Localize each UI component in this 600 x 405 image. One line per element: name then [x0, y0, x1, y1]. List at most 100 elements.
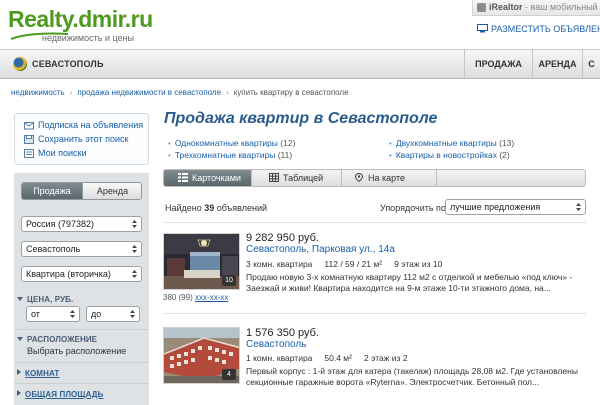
- select-arrows-icon: [132, 270, 137, 278]
- tab-cards[interactable]: Карточками: [164, 170, 251, 186]
- listing-area: 112 / 59 / 21 м²: [324, 259, 383, 269]
- filter-panel: Продажа Аренда Россия (797382) Севастопо…: [14, 173, 149, 405]
- select-arrows-icon: [132, 245, 137, 253]
- photo-count-badge: 4: [222, 369, 236, 380]
- bullet-icon: •: [389, 139, 392, 148]
- price-section-header[interactable]: ЦЕНА, РУБ.: [17, 295, 73, 304]
- tab-divider: [436, 170, 437, 186]
- breadcrumb-separator: ›: [69, 88, 73, 97]
- breadcrumb-sale[interactable]: продажа недвижимости в севастополе: [77, 88, 221, 97]
- city-select[interactable]: Севастополь: [21, 241, 142, 257]
- deal-tab-sale[interactable]: Продажа: [22, 183, 82, 199]
- deal-tab-rent[interactable]: Аренда: [82, 183, 141, 199]
- listing-area: 50.4 м²: [324, 353, 352, 363]
- property-type-select[interactable]: Квартира (вторичка): [21, 266, 142, 282]
- publish-listing-link[interactable]: РАЗМЕСТИТЬ ОБЪЯВЛЕНИЕ: [477, 24, 600, 34]
- save-icon: [24, 135, 34, 144]
- category-count: (11): [277, 150, 293, 160]
- listing-floor: 9 этаж из 10: [394, 259, 443, 269]
- price-to-select[interactable]: до: [86, 306, 140, 322]
- breadcrumb-realty[interactable]: недвижимость: [11, 88, 65, 97]
- results-number: 39: [204, 203, 215, 213]
- listing-address-link[interactable]: Севастополь, Парковая ул., 14а: [246, 244, 395, 255]
- area-section-header[interactable]: ОБЩАЯ ПЛОЩАДЬ: [17, 390, 103, 399]
- irealtor-promo[interactable]: iRealtor - ваш мобильный риэлтор: [472, 0, 600, 16]
- country-select[interactable]: Россия (797382): [21, 216, 142, 232]
- price-from-value: от: [31, 309, 40, 319]
- tab-divider: [341, 170, 342, 186]
- price-value: 1 576 350: [246, 327, 295, 339]
- city-select-value: Севастополь: [26, 244, 81, 254]
- category-count: (2): [499, 150, 510, 160]
- section-divider: [14, 362, 149, 363]
- irealtor-name: iRealtor: [489, 2, 523, 12]
- bullet-icon: •: [389, 151, 392, 160]
- logo-tagline: недвижимость и цены: [42, 33, 134, 43]
- category-label: Трехкомнатные квартиры: [174, 150, 276, 160]
- category-three-room[interactable]: • Трехкомнатные квартиры (11): [168, 150, 292, 160]
- category-count: (13): [499, 138, 515, 148]
- listing-photo[interactable]: 10: [163, 233, 240, 290]
- breadcrumb-current: купить квартиру в севастополе: [233, 88, 349, 97]
- nav-rent[interactable]: АРЕНДА: [532, 50, 582, 78]
- list-icon: [24, 149, 34, 158]
- listing-price: 9 282 950 руб.: [246, 232, 319, 244]
- category-two-room[interactable]: • Двухкомнатные квартиры (13): [389, 138, 514, 148]
- section-divider: [14, 383, 149, 384]
- table-view-icon: [269, 173, 279, 182]
- sort-select-value: лучшие предложения: [450, 202, 541, 212]
- listing-floor: 2 этаж из 2: [364, 353, 408, 363]
- category-count: (12): [280, 138, 296, 148]
- expanded-triangle-icon: [17, 337, 23, 341]
- expanded-triangle-icon: [17, 297, 23, 301]
- tab-map-label: На карте: [368, 173, 405, 183]
- collapsed-triangle-icon: [17, 369, 21, 375]
- results-prefix: Найдено: [165, 203, 205, 213]
- price-section-label: ЦЕНА, РУБ.: [27, 295, 74, 304]
- listing-description: Первый корпус : 1-й этаж для катера (так…: [246, 366, 578, 387]
- nav-sale[interactable]: ПРОДАЖА: [464, 50, 532, 78]
- category-label: Однокомнатные квартиры: [174, 138, 278, 148]
- bullet-icon: •: [168, 151, 171, 160]
- site-logo[interactable]: Realty.dmir.ru: [8, 6, 153, 40]
- save-search-link[interactable]: Сохранить этот поиск: [24, 134, 128, 144]
- select-arrows-icon: [130, 310, 135, 318]
- listing-address-link[interactable]: Севастополь: [246, 339, 306, 350]
- listing-photo[interactable]: 4: [163, 327, 240, 384]
- sort-select[interactable]: лучшие предложения: [445, 199, 586, 215]
- choose-location-link[interactable]: Выбрать расположение: [27, 346, 126, 356]
- area-section-label: ОБЩАЯ ПЛОЩАДЬ: [25, 390, 104, 399]
- list-divider: [163, 222, 586, 223]
- nav-more[interactable]: С: [582, 50, 600, 78]
- country-select-value: Россия (797382): [26, 219, 95, 229]
- my-searches-link[interactable]: Мои поиски: [24, 148, 87, 158]
- category-new-buildings[interactable]: • Квартиры в новостройках (2): [389, 150, 510, 160]
- show-phone-link[interactable]: xxx-xx-xx: [195, 293, 228, 302]
- listing-price: 1 576 350 руб.: [246, 327, 319, 339]
- breadcrumb: недвижимость › продажа недвижимости в сева…: [11, 88, 349, 97]
- irealtor-subtitle: - ваш мобильный риэлтор: [525, 2, 600, 12]
- rooms-section-header[interactable]: КОМНАТ: [17, 369, 59, 378]
- price-from-select[interactable]: от: [26, 306, 80, 322]
- breadcrumb-separator: ›: [226, 88, 229, 97]
- location-section-header[interactable]: РАСПОЛОЖЕНИЕ: [17, 335, 97, 344]
- results-suffix: объявлений: [214, 203, 267, 213]
- page-title: Продажа квартир в Севастополе: [164, 110, 438, 127]
- category-label: Двухкомнатные квартиры: [395, 138, 497, 148]
- tab-table-label: Таблицей: [283, 173, 324, 183]
- select-arrows-icon: [70, 310, 75, 318]
- search-tools-box: Подписка на объявления Сохранить этот по…: [14, 113, 149, 165]
- city-selector[interactable]: СЕВАСТОПОЛЬ: [32, 59, 104, 69]
- rooms-section-label: КОМНАТ: [25, 369, 60, 378]
- tab-table[interactable]: Таблицей: [257, 170, 347, 186]
- tab-cards-label: Карточками: [192, 173, 241, 183]
- category-one-room[interactable]: • Однокомнатные квартиры (12): [168, 138, 295, 148]
- tab-map[interactable]: На карте: [348, 170, 438, 186]
- select-arrows-icon: [576, 203, 581, 211]
- sort-label: Упорядочить по: [380, 203, 446, 213]
- price-value: 9 282 950: [246, 232, 295, 244]
- property-type-value: Квартира (вторичка): [26, 269, 111, 279]
- results-count: Найдено 39 объявлений: [165, 203, 267, 213]
- logo-text: Realty.dmir.ru: [8, 6, 153, 32]
- subscribe-link[interactable]: Подписка на объявления: [24, 120, 143, 130]
